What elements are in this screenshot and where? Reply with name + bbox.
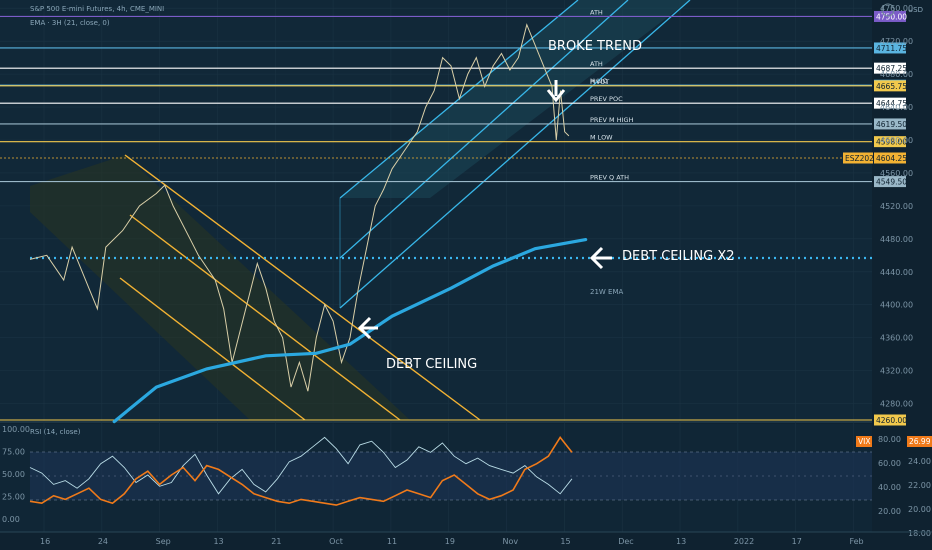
price-tick: 4680.00 <box>880 70 913 79</box>
time-tick: Dec <box>618 537 633 546</box>
vix-tick: 60.00 <box>878 459 901 468</box>
time-tick: Feb <box>849 537 863 546</box>
price-tick: 4600.00 <box>880 136 913 145</box>
price-tick: 4520.00 <box>880 202 913 211</box>
chart-canvas: ATH4750.004711.75ATH4687.25H LIQ4666.50P… <box>0 0 932 550</box>
level-name: ATH <box>590 60 603 68</box>
time-tick: Oct <box>329 537 343 546</box>
rsi-tick: 75.00 <box>2 448 25 457</box>
time-tick: 17 <box>792 537 802 546</box>
time-tick: 13 <box>213 537 223 546</box>
symbol-label: ESZ2021 <box>845 154 879 163</box>
level-name: M LOW <box>590 134 613 142</box>
time-tick: 13 <box>676 537 686 546</box>
level-name: PREV M HIGH <box>590 116 634 124</box>
ema-label: 21W EMA <box>590 288 624 296</box>
oscillator-title: RSI (14, close) <box>30 428 81 436</box>
vix-tick: 40.00 <box>878 483 901 492</box>
indicator-legend: EMA · 3H (21, close, 0) <box>30 19 110 27</box>
level-price: 4260.00 <box>876 416 907 425</box>
level-name: PIVOT <box>590 78 609 86</box>
time-tick: 21 <box>271 537 281 546</box>
current-price-value: 4604.25 <box>876 154 907 163</box>
time-tick: 11 <box>387 537 397 546</box>
annotation-debt-ceiling: DEBT CEILING <box>386 357 477 372</box>
price-tick: 4480.00 <box>880 235 913 244</box>
vix-label: VIX <box>858 437 870 446</box>
time-tick: 16 <box>40 537 50 546</box>
time-tick: 15 <box>560 537 570 546</box>
far-right-tick: 18.00 <box>908 529 931 538</box>
level-price: 4750.00 <box>876 12 907 21</box>
price-tick: 4320.00 <box>880 367 913 376</box>
rsi-tick: 50.00 <box>2 470 25 479</box>
annotation-broke-trend: BROKE TREND <box>548 39 642 54</box>
rsi-tick: 100.00 <box>2 425 30 434</box>
time-tick: 19 <box>445 537 455 546</box>
time-tick: 24 <box>98 537 108 546</box>
annotation-debt-ceiling-x2: DEBT CEILING X2 <box>622 249 735 264</box>
price-tick: 4720.00 <box>880 37 913 46</box>
price-tick: 4560.00 <box>880 169 913 178</box>
vix-tick: 20.00 <box>878 507 901 516</box>
level-price: 4619.50 <box>876 120 907 129</box>
far-right-tick: 20.00 <box>908 505 931 514</box>
time-tick: Nov <box>503 537 519 546</box>
time-tick: Sep <box>156 537 171 546</box>
level-name: PREV Q ATH <box>590 174 629 182</box>
price-tick: 4360.00 <box>880 334 913 343</box>
level-name: ATH <box>590 8 603 16</box>
price-tick: 4280.00 <box>880 400 913 409</box>
time-tick: 2022 <box>734 537 754 546</box>
vix-tick: 80.00 <box>878 435 901 444</box>
time-axis-ticks: 16 24 Sep 13 21 Oct 11 19 Nov 15 Dec 13 2022 17 Feb <box>40 537 864 546</box>
rsi-tick: 25.00 <box>2 493 25 502</box>
rsi-tick: 0.00 <box>2 515 20 524</box>
level-name: PREV POC <box>590 95 623 103</box>
price-tick: 4760.00 <box>880 4 913 13</box>
price-tick: 4400.00 <box>880 301 913 310</box>
chart-title: S&P 500 E-mini Futures, 4h, CME_MINI <box>30 5 164 13</box>
level-price: 4665.75 <box>876 82 907 91</box>
vix-value: 26.99 <box>909 437 931 446</box>
level-price: 4549.50 <box>876 178 907 187</box>
far-right-tick: 24.00 <box>908 457 931 466</box>
price-tick: 4640.00 <box>880 103 913 112</box>
price-tick: 4440.00 <box>880 268 913 277</box>
far-right-tick: 22.00 <box>908 481 931 490</box>
